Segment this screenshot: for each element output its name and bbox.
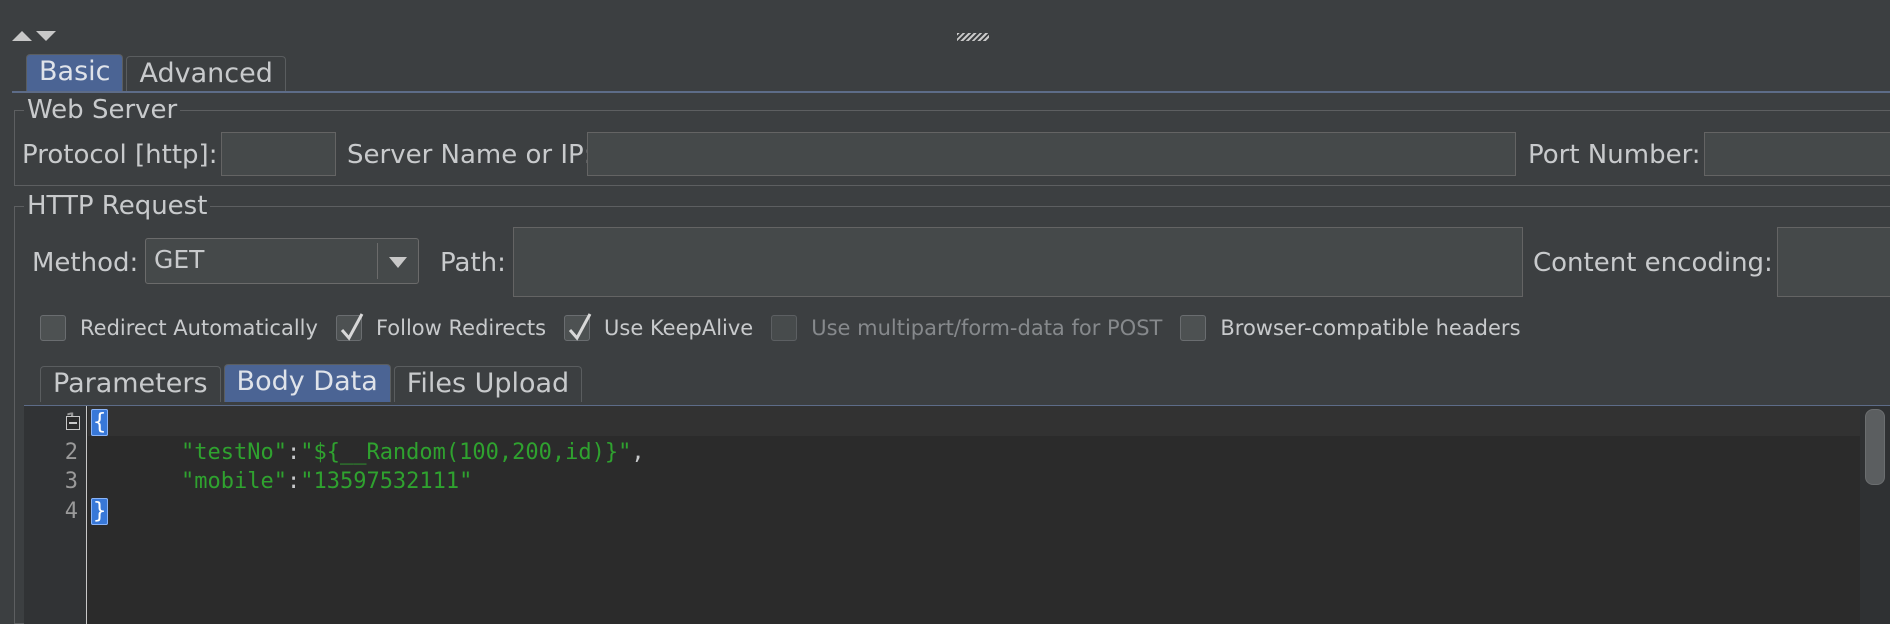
tab-files-upload[interactable]: Files Upload <box>393 366 583 402</box>
redirect-automatically-label: Redirect Automatically <box>80 316 318 340</box>
json-value: "13597532111" <box>300 469 473 494</box>
code-line-4: } <box>91 497 109 527</box>
sub-tabs: Parameters Body Data Files Upload <box>40 364 583 402</box>
checkmark-icon <box>568 313 592 341</box>
body-data-editor[interactable]: 1 2 3 4 { "testNo":"${__Random(100,200,i… <box>24 405 1890 624</box>
port-number-label: Port Number: <box>1528 140 1701 170</box>
line-number-gutter: 1 2 3 4 <box>24 406 87 624</box>
content-encoding-label: Content encoding: <box>1533 248 1773 278</box>
method-value: GET <box>154 245 205 274</box>
server-name-label: Server Name or IP: <box>347 140 593 170</box>
redirect-automatically-checkbox[interactable] <box>40 315 66 341</box>
tab-underline <box>12 91 1890 93</box>
use-multipart-checkbox[interactable] <box>771 315 798 341</box>
arrow-up-icon <box>12 31 32 41</box>
http-request-panel: Basic Advanced Web Server Protocol [http… <box>0 0 1890 624</box>
scrollbar-thumb[interactable] <box>1865 409 1885 485</box>
code-line-1: { <box>91 408 109 438</box>
arrow-down-icon <box>36 31 56 41</box>
main-tabs: Basic Advanced <box>26 54 286 92</box>
fold-collapse-icon[interactable] <box>66 416 80 430</box>
line-number: 3 <box>64 469 78 494</box>
options-row: Redirect Automatically Follow Redirects … <box>40 313 1539 341</box>
port-number-input[interactable] <box>1704 132 1890 176</box>
browser-compatible-headers-label: Browser-compatible headers <box>1220 316 1521 340</box>
chevron-down-icon[interactable] <box>378 239 418 283</box>
json-key: "mobile" <box>181 469 287 494</box>
code-line-3: "mobile":"13597532111" <box>181 469 473 494</box>
tab-body-data[interactable]: Body Data <box>223 364 391 402</box>
protocol-input[interactable] <box>221 132 336 176</box>
editor-scrollbar[interactable] <box>1860 406 1890 624</box>
content-encoding-input[interactable] <box>1777 227 1890 297</box>
close-brace: } <box>91 498 109 525</box>
splitter-grip-icon[interactable] <box>957 33 989 41</box>
use-keepalive-checkbox[interactable] <box>564 313 592 341</box>
open-brace: { <box>91 409 109 436</box>
use-multipart-label: Use multipart/form-data for POST <box>811 316 1163 340</box>
server-name-input[interactable] <box>587 132 1516 176</box>
json-value: "${__Random(100,200,id)}" <box>300 440 632 465</box>
path-input[interactable] <box>513 227 1523 297</box>
line-number: 4 <box>64 499 78 524</box>
protocol-label: Protocol [http]: <box>22 140 218 170</box>
web-server-legend: Web Server <box>24 96 181 124</box>
method-select[interactable]: GET <box>145 238 419 284</box>
json-key: "testNo" <box>181 440 287 465</box>
checkmark-icon <box>340 313 364 341</box>
follow-redirects-checkbox[interactable] <box>335 313 364 341</box>
tab-basic[interactable]: Basic <box>26 54 124 92</box>
tab-parameters[interactable]: Parameters <box>40 366 221 402</box>
code-line-2: "testNo":"${__Random(100,200,id)}", <box>181 440 645 465</box>
tab-advanced[interactable]: Advanced <box>126 56 286 92</box>
current-line-highlight <box>88 406 1860 436</box>
line-number: 2 <box>64 440 78 465</box>
path-label: Path: <box>440 248 506 278</box>
collapse-arrows[interactable] <box>12 28 62 48</box>
use-keepalive-label: Use KeepAlive <box>604 316 754 340</box>
method-label: Method: <box>32 248 139 278</box>
browser-compatible-headers-checkbox[interactable] <box>1180 315 1207 341</box>
follow-redirects-label: Follow Redirects <box>375 316 547 340</box>
http-request-legend: HTTP Request <box>24 192 211 220</box>
